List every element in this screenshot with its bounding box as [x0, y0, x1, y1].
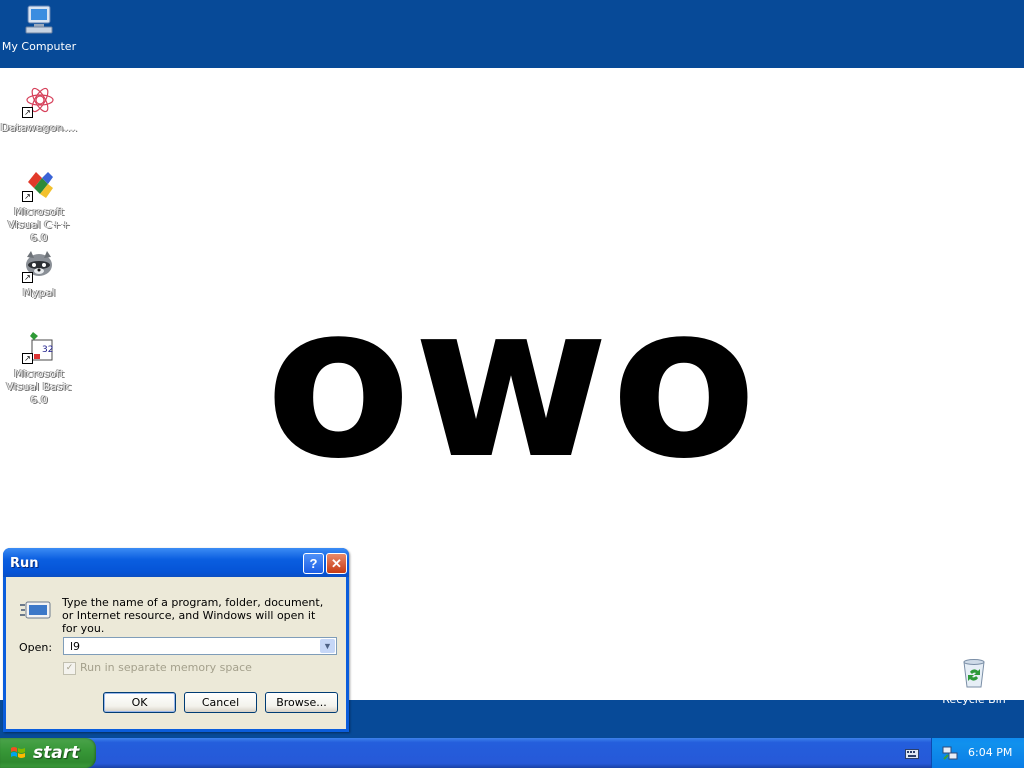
wallpaper-text: owo [265, 258, 759, 505]
windows-logo-icon [11, 747, 25, 758]
ok-button[interactable]: OK [103, 692, 176, 713]
shortcut-arrow-icon: ↗ [22, 107, 33, 118]
separate-memory-checkbox: ✓ Run in separate memory space [63, 661, 252, 675]
svg-text:32: 32 [42, 345, 53, 355]
open-input-value[interactable]: l9 [70, 640, 80, 653]
visual-basic-icon: 32 ↗ [22, 330, 56, 364]
run-dialog: Run ? ✕ Type the name of a program, fold… [3, 548, 349, 732]
clock[interactable]: 6:04 PM [968, 746, 1012, 759]
help-button[interactable]: ? [303, 553, 324, 574]
close-button[interactable]: ✕ [326, 553, 347, 574]
open-label: Open: [19, 641, 53, 654]
browse-button[interactable]: Browse... [265, 692, 338, 713]
computer-icon [22, 3, 56, 37]
desktop-icon-label: Microsoft Visual C++ 6.0 [7, 205, 71, 244]
cancel-button[interactable]: Cancel [184, 692, 257, 713]
desktop-icon-recycle-bin[interactable]: Recycle Bin [935, 656, 1013, 706]
start-button[interactable]: start [0, 738, 96, 768]
shortcut-arrow-icon: ↗ [22, 353, 33, 364]
desktop-icon-datawagon[interactable]: ↗ Datawagon.... [0, 84, 78, 134]
open-combobox[interactable]: l9 ▼ [63, 637, 337, 655]
chevron-down-icon[interactable]: ▼ [320, 639, 335, 653]
visual-cpp-icon: ↗ [22, 168, 56, 202]
desktop-icon-label: Datawagon.... [0, 121, 78, 134]
keyboard-icon[interactable] [905, 747, 919, 759]
desktop-icon-label: Mypal [22, 286, 56, 299]
start-label: start [33, 743, 80, 763]
network-icon[interactable] [942, 745, 958, 761]
desktop-icon-label: My Computer [1, 40, 77, 53]
desktop-icon-label: Recycle Bin [942, 693, 1006, 706]
taskbar: start 6:04 PM [0, 738, 1024, 768]
dialog-title: Run [10, 556, 39, 571]
datawagon-icon: ↗ [22, 84, 56, 118]
desktop-icon-label: Microsoft Visual Basic 6.0 [6, 367, 72, 406]
shortcut-arrow-icon: ↗ [22, 191, 33, 202]
run-dialog-body: Type the name of a program, folder, docu… [6, 577, 346, 729]
checkbox-label: Run in separate memory space [80, 661, 252, 674]
desktop-icon-my-computer[interactable]: My Computer [0, 3, 78, 53]
desktop-icon-visual-basic[interactable]: 32 ↗ Microsoft Visual Basic 6.0 [0, 330, 78, 406]
desktop-icon-visual-cpp[interactable]: ↗ Microsoft Visual C++ 6.0 [0, 168, 78, 244]
checkbox-disabled: ✓ [63, 661, 76, 675]
shortcut-arrow-icon: ↗ [22, 272, 33, 283]
raccoon-icon: ↗ [22, 249, 56, 283]
desktop-icon-mypal[interactable]: ↗ Mypal [0, 249, 78, 299]
system-tray: 6:04 PM [931, 738, 1024, 768]
recycle-bin-icon [957, 656, 991, 690]
dialog-description: Type the name of a program, folder, docu… [62, 596, 324, 635]
run-dialog-titlebar[interactable]: Run ? ✕ [3, 548, 349, 577]
run-icon [20, 599, 52, 621]
desktop-top-band [0, 0, 1024, 68]
